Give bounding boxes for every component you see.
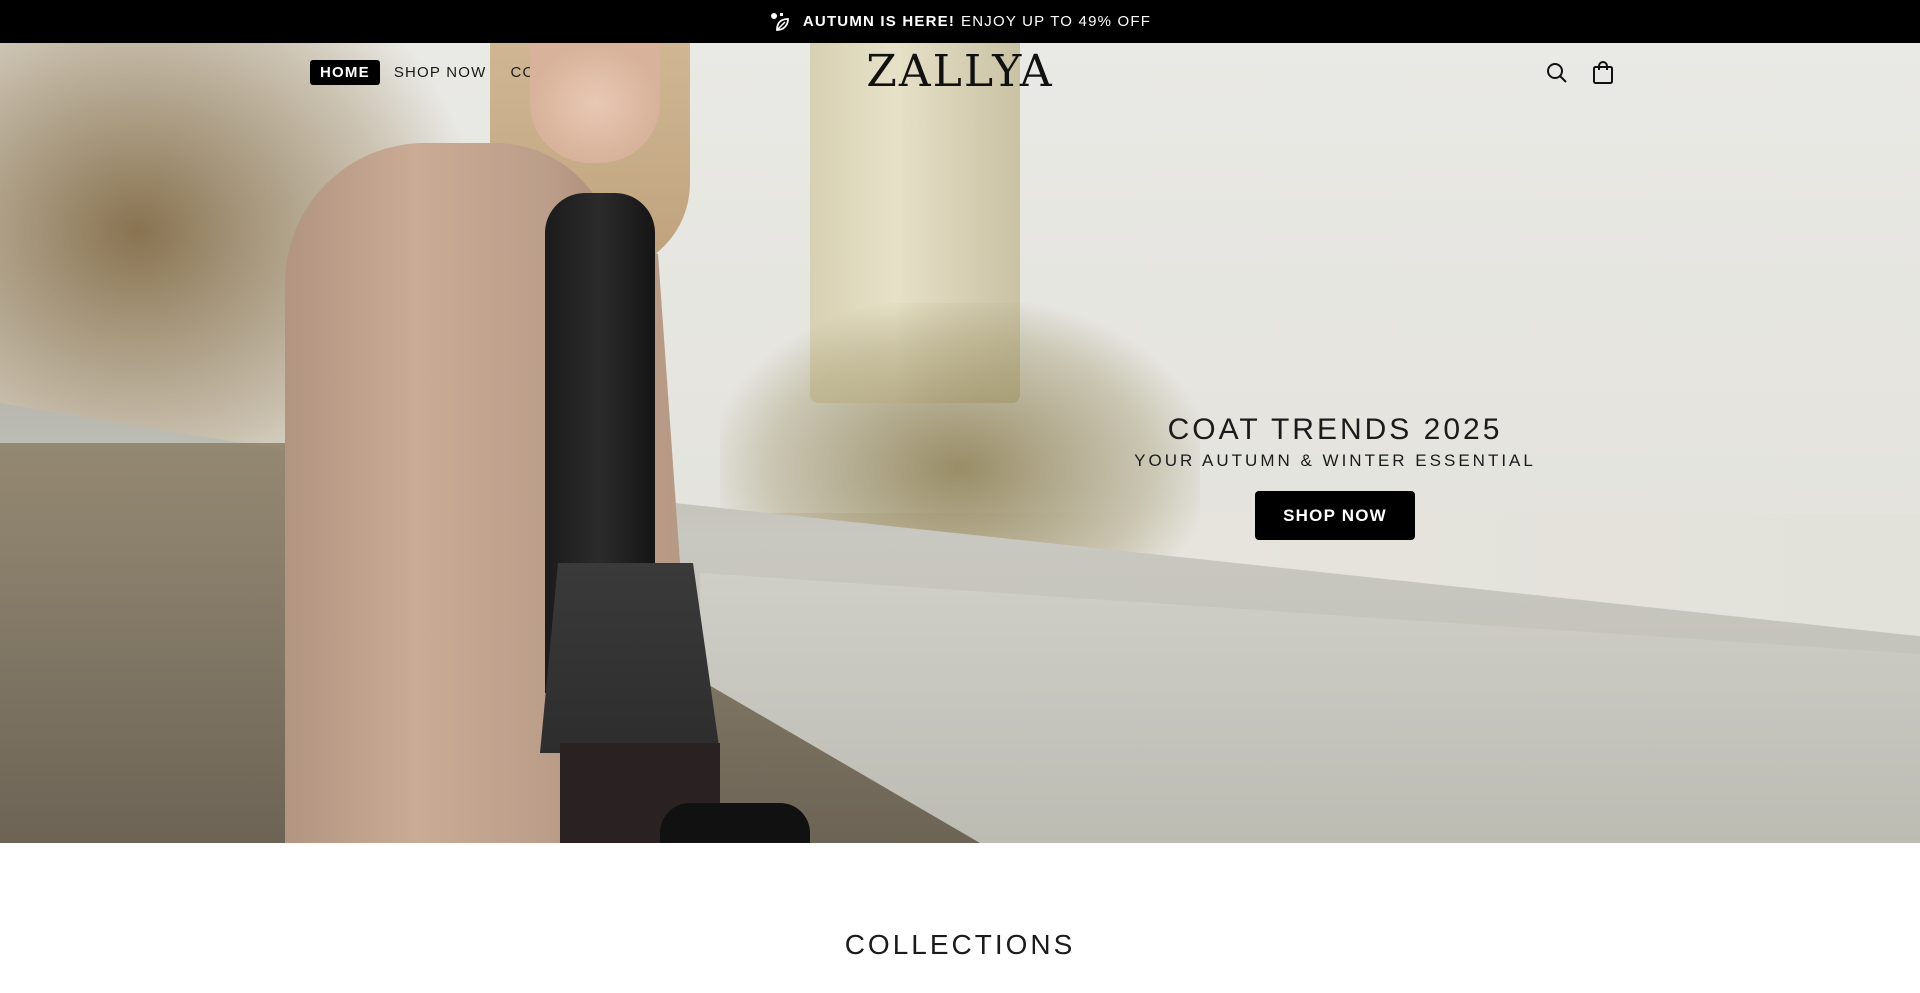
- hero-banner: COAT TRENDS 2025 YOUR AUTUMN & WINTER ES…: [0, 43, 1920, 843]
- site-logo[interactable]: ZALLYA: [0, 46, 1920, 97]
- search-icon[interactable]: [1544, 60, 1570, 86]
- announcement-bar: AUTUMN IS HERE! ENJOY UP TO 49% OFF: [0, 0, 1920, 43]
- hero-subtitle: YOUR AUTUMN & WINTER ESSENTIAL: [1134, 451, 1536, 470]
- announcement-text: ENJOY UP TO 49% OFF: [961, 13, 1152, 30]
- hero-shop-now-button[interactable]: SHOP NOW: [1255, 491, 1415, 540]
- collections-title: COLLECTIONS: [844, 929, 1076, 960]
- leaf-icon: [769, 11, 791, 33]
- shopping-bag-icon[interactable]: [1590, 60, 1616, 86]
- announcement-highlight: AUTUMN IS HERE!: [802, 13, 956, 30]
- collections-section: COLLECTIONS: [0, 843, 1920, 993]
- hero-content: COAT TRENDS 2025 YOUR AUTUMN & WINTER ES…: [1100, 413, 1570, 540]
- hero-title: COAT TRENDS 2025: [1167, 413, 1503, 446]
- header-icons: [1544, 60, 1616, 86]
